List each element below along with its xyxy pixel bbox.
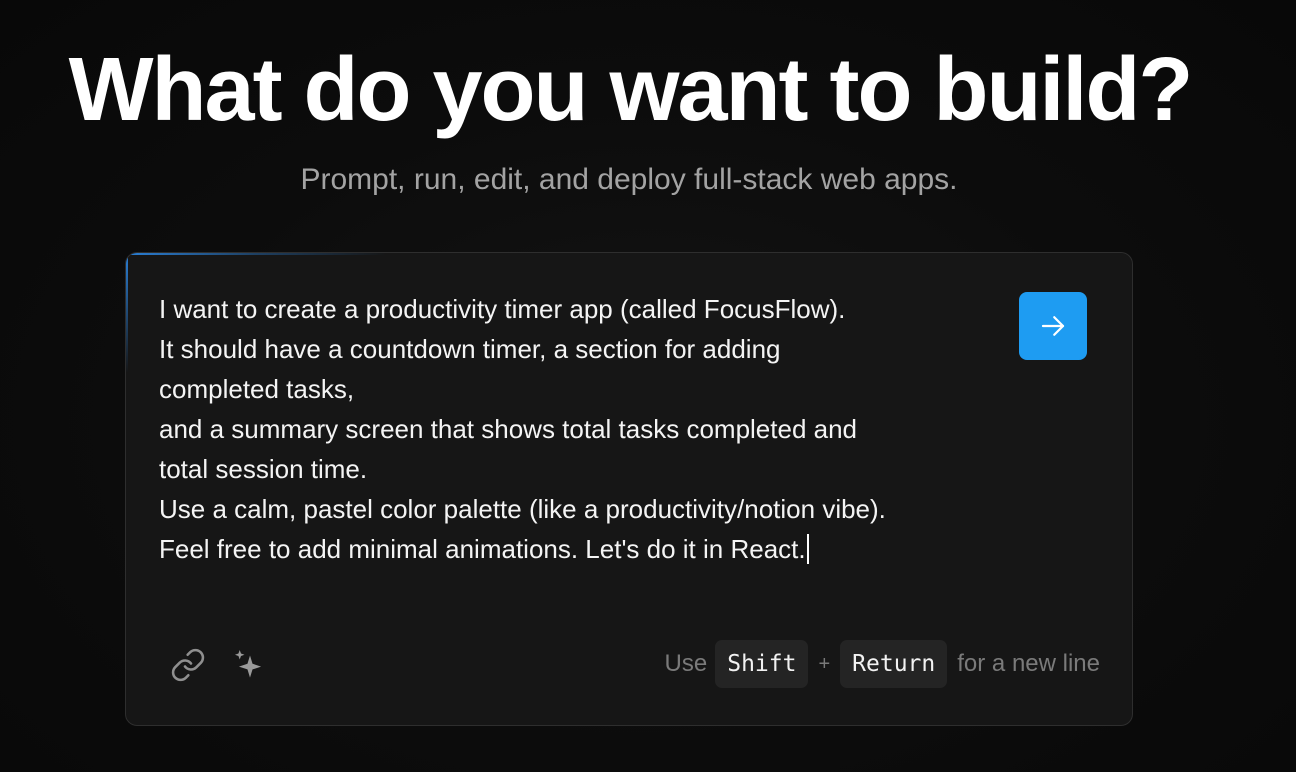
attach-button[interactable] xyxy=(166,643,210,687)
text-caret xyxy=(806,534,809,564)
hint-prefix: Use xyxy=(664,650,708,677)
prompt-textarea[interactable]: I want to create a productivity timer ap… xyxy=(159,289,1029,569)
shift-key-badge: Shift xyxy=(715,640,809,688)
return-key-badge: Return xyxy=(840,640,948,688)
link-icon xyxy=(171,648,205,682)
newline-hint: Use Shift + Return for a new line xyxy=(665,639,1100,689)
page-subtitle: Prompt, run, edit, and deploy full-stack… xyxy=(300,163,958,196)
hint-suffix: for a new line xyxy=(957,650,1100,677)
prompt-card: I want to create a productivity timer ap… xyxy=(125,252,1133,726)
enhance-prompt-button[interactable] xyxy=(228,643,272,687)
arrow-right-icon xyxy=(1041,316,1065,336)
prompt-text: I want to create a productivity timer ap… xyxy=(159,294,886,564)
page-title: What do you want to build? xyxy=(68,40,1194,140)
sparkles-icon xyxy=(234,649,262,678)
hint-plus: + xyxy=(818,652,831,675)
send-button[interactable] xyxy=(1019,292,1087,360)
